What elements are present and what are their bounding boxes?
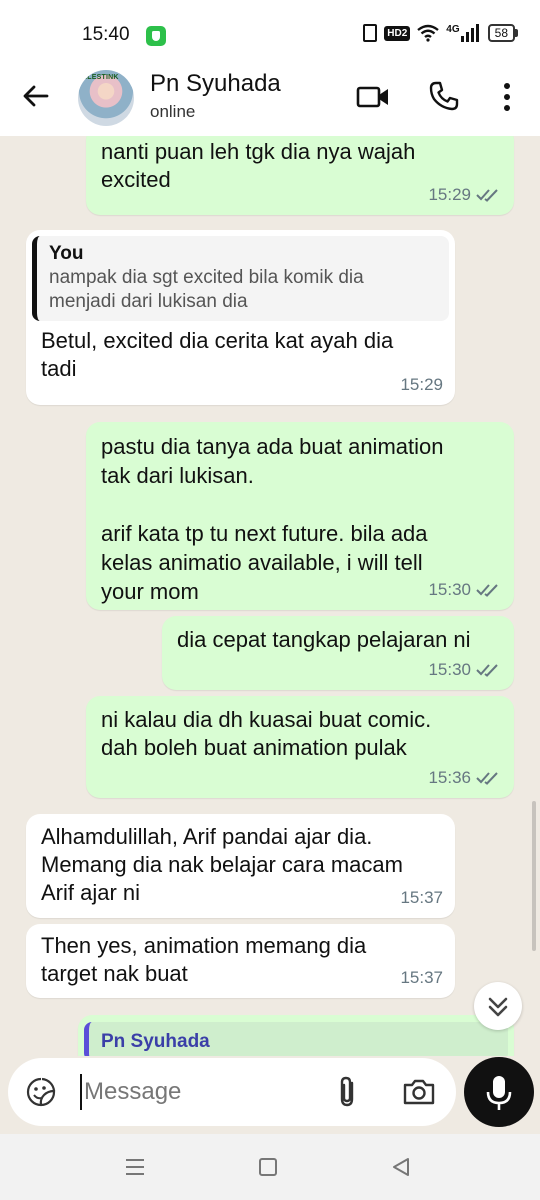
vibrate-icon: [363, 24, 378, 42]
battery-icon: 58: [487, 24, 518, 42]
back-arrow-icon[interactable]: [20, 80, 52, 112]
camera-icon[interactable]: [402, 1075, 436, 1109]
double-check-icon: [476, 584, 498, 597]
scrollbar[interactable]: [532, 801, 536, 951]
double-check-icon: [476, 189, 498, 202]
message-composer: [8, 1058, 456, 1126]
message-time: 15:30: [428, 580, 471, 599]
message-bubble-incoming[interactable]: You nampak dia sgt excited bila komik di…: [26, 230, 455, 405]
system-navigation-bar: [0, 1134, 540, 1200]
network-type-label: 4G: [446, 23, 460, 35]
chat-header: KLESTINK Pn Syuhada online: [0, 60, 540, 136]
message-meta: 15:37: [400, 884, 443, 912]
message-bubble-outgoing[interactable]: dia cepat tangkap pelajaran ni 15:30: [162, 616, 514, 690]
hd-voice-icon: HD2: [384, 25, 411, 41]
message-input[interactable]: [84, 1072, 324, 1112]
scroll-to-bottom-button[interactable]: [474, 982, 522, 1030]
quoted-message[interactable]: Pn Syuhada: [84, 1022, 508, 1056]
contact-name[interactable]: Pn Syuhada: [150, 70, 281, 98]
message-meta: 15:29: [428, 181, 502, 209]
double-check-icon: [476, 664, 498, 677]
status-time: 15:40: [82, 24, 130, 45]
message-bubble-incoming[interactable]: Alhamdulillah, Arif pandai ajar dia. Mem…: [26, 814, 455, 918]
quoted-author: Pn Syuhada: [101, 1031, 210, 1052]
more-options-icon[interactable]: [496, 80, 518, 114]
message-bubble-incoming[interactable]: Then yes, animation memang dia target na…: [26, 924, 455, 998]
message-bubble-outgoing[interactable]: nanti puan leh tgk dia nya wajah excited…: [86, 136, 514, 215]
avatar[interactable]: KLESTINK: [78, 70, 134, 126]
message-meta: 15:30: [428, 576, 502, 604]
signal-icon: [460, 24, 479, 42]
quoted-author: You: [49, 243, 84, 264]
battery-level: 58: [487, 24, 515, 42]
message-time: 15:37: [400, 968, 443, 987]
message-text: Betul, excited dia cerita kat ayah dia t…: [41, 328, 394, 381]
message-meta: 15:36: [428, 764, 502, 792]
recent-apps-icon[interactable]: [124, 1156, 146, 1178]
message-time: 15:36: [428, 768, 471, 787]
message-text: Then yes, animation memang dia target na…: [41, 933, 367, 986]
double-check-icon: [476, 772, 498, 785]
quoted-text: nampak dia sgt excited bila komik dia me…: [49, 267, 364, 312]
message-bubble-outgoing[interactable]: Pn Syuhada: [78, 1015, 514, 1056]
video-call-icon[interactable]: [356, 82, 390, 112]
text-cursor: [80, 1074, 82, 1110]
message-text: Alhamdulillah, Arif pandai ajar dia. Mem…: [41, 824, 403, 905]
message-time: 15:30: [428, 660, 471, 679]
phone-call-icon[interactable]: [428, 80, 460, 112]
contact-status: online: [150, 102, 196, 121]
message-text: dia cepat tangkap pelajaran ni: [177, 627, 471, 652]
message-meta: 15:30: [428, 656, 502, 684]
microphone-icon: [486, 1076, 512, 1110]
security-shield-icon: [146, 26, 166, 46]
message-time: 15:29: [428, 185, 471, 204]
message-list[interactable]: nanti puan leh tgk dia nya wajah excited…: [0, 136, 540, 1056]
message-meta: 15:29: [400, 371, 443, 399]
sticker-emoji-icon[interactable]: [26, 1077, 56, 1107]
message-bubble-outgoing[interactable]: ni kalau dia dh kuasai buat comic. dah b…: [86, 696, 514, 798]
quoted-message[interactable]: You nampak dia sgt excited bila komik di…: [32, 236, 449, 321]
wifi-icon: [417, 24, 440, 42]
message-meta: 15:37: [400, 964, 443, 992]
message-text: ni kalau dia dh kuasai buat comic. dah b…: [101, 707, 432, 760]
double-chevron-down-icon: [488, 997, 508, 1017]
message-bubble-outgoing[interactable]: pastu dia tanya ada buat animation tak d…: [86, 422, 514, 610]
voice-record-button[interactable]: [464, 1057, 534, 1127]
home-icon[interactable]: [259, 1158, 277, 1176]
attachment-icon[interactable]: [334, 1074, 360, 1110]
nav-back-icon[interactable]: [390, 1156, 412, 1178]
avatar-text: KLESTINK: [82, 74, 119, 81]
message-time: 15:37: [400, 888, 443, 907]
status-indicators: HD2 4G 58: [363, 24, 518, 42]
message-time: 15:29: [400, 375, 443, 394]
